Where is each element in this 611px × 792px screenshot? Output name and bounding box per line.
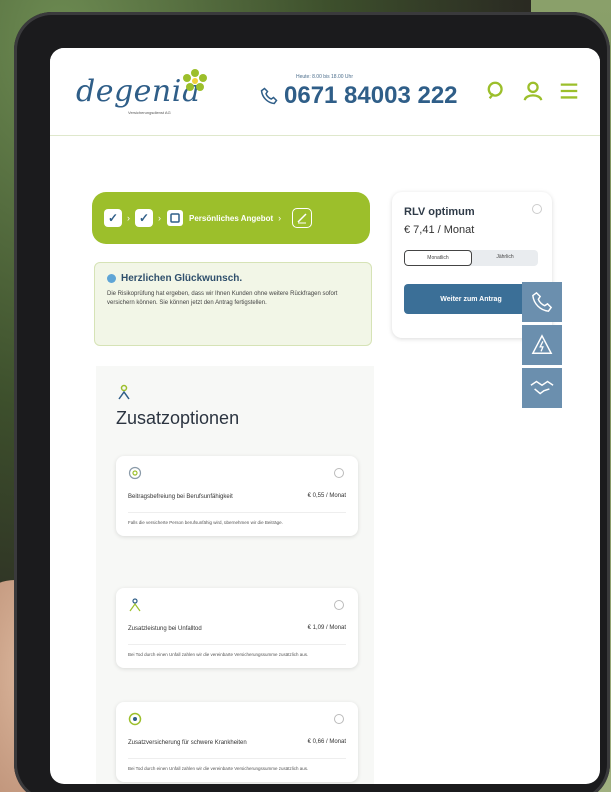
umbrella-person-icon (118, 384, 130, 400)
step-current-label: Persönliches Angebot (189, 213, 274, 223)
lightning-triangle-icon (531, 334, 553, 354)
side-tab-fast[interactable] (522, 325, 562, 365)
check-icon: ✓ (107, 211, 119, 225)
step-1-check[interactable]: ✓ (104, 209, 122, 227)
accident-icon (129, 598, 141, 612)
phone-link[interactable]: 0671 84003 222 (260, 82, 458, 110)
option-radio[interactable] (334, 714, 344, 724)
logo[interactable]: degenia Versicherungsdienst AG (76, 69, 207, 115)
option-radio[interactable] (334, 600, 344, 610)
phone-number: 0671 84003 222 (284, 82, 458, 109)
info-title: Herzlichen Glückwunsch. (121, 273, 243, 284)
step-final[interactable] (292, 208, 313, 228)
header-actions (486, 80, 580, 102)
flower-icon (183, 69, 207, 91)
phone-hours: Heute: 8.00 bis 18.00 Uhr (296, 74, 353, 80)
phone-icon (260, 87, 278, 105)
option-card-krankheiten[interactable]: Zusatzversicherung für schwere Krankheit… (116, 702, 358, 782)
site-header: degenia Versicherungsdienst AG Heute: 8.… (50, 48, 600, 136)
side-contact-tabs (522, 282, 562, 408)
side-tab-phone[interactable] (522, 282, 562, 322)
chevron-right-icon: › (278, 213, 282, 223)
illness-icon (128, 712, 142, 726)
user-icon[interactable] (522, 80, 544, 102)
option-description: Bei Tod durch einen Unfall zahlen wir di… (128, 758, 346, 772)
progress-stepper: ✓ › ✓ › Persönliches Angebot › (92, 192, 370, 244)
phone-icon (532, 291, 553, 312)
tablet-frame: degenia Versicherungsdienst AG Heute: 8.… (14, 12, 610, 792)
info-text: Die Risikoprüfung hat ergeben, dass wir … (107, 291, 338, 306)
continue-button[interactable]: Weiter zum Antrag (404, 284, 538, 314)
handshake-icon (530, 380, 554, 395)
check-icon: ✓ (138, 211, 150, 225)
menu-icon[interactable] (558, 80, 580, 102)
option-radio[interactable] (334, 468, 344, 478)
info-icon (107, 274, 116, 283)
option-name: Zusatzversicherung für schwere Krankheit… (128, 740, 247, 746)
option-price: € 0,66 / Monat (307, 739, 346, 745)
tariff-toggle-icon[interactable] (532, 204, 542, 214)
option-price: € 0,55 / Monat (307, 493, 346, 499)
option-price: € 1,09 / Monat (307, 625, 346, 631)
option-name: Beitragsbefreiung bei Berufsunfähigkeit (128, 494, 233, 500)
tariff-name: RLV optimum (404, 206, 475, 218)
tariff-price: € 7,41 / Monat (404, 224, 475, 236)
option-card-bu[interactable]: Beitragsbefreiung bei Berufsunfähigkeit … (116, 456, 358, 536)
step-2-check[interactable]: ✓ (135, 209, 153, 227)
document-icon (167, 210, 183, 226)
option-description: Falls die versicherte Person berufsunfäh… (128, 512, 346, 526)
signature-icon (297, 213, 307, 224)
interval-yearly[interactable]: Jährlich (472, 250, 538, 266)
side-tab-handshake[interactable] (522, 368, 562, 408)
interval-monthly[interactable]: Monatlich (404, 250, 472, 266)
options-heading: Zusatzoptionen (116, 408, 240, 428)
additional-options-section: Zusatzoptionen Beitragsbefreiung bei Ber… (96, 366, 374, 784)
shield-icon (128, 466, 142, 480)
success-info-box: Herzlichen Glückwunsch. Die Risikoprüfun… (94, 262, 372, 346)
chevron-right-icon: › (158, 213, 161, 223)
logo-subline: Versicherungsdienst AG (128, 110, 171, 115)
option-name: Zusatzleistung bei Unfalltod (128, 626, 202, 632)
payment-interval-toggle: Monatlich Jährlich (404, 250, 538, 266)
option-card-unfalltod[interactable]: Zusatzleistung bei Unfalltod € 1,09 / Mo… (116, 588, 358, 668)
option-description: Bei Tod durch einen Unfall zahlen wir di… (128, 644, 346, 658)
chevron-right-icon: › (127, 213, 130, 223)
tablet-screen: degenia Versicherungsdienst AG Heute: 8.… (50, 48, 600, 784)
search-icon[interactable] (486, 80, 508, 102)
